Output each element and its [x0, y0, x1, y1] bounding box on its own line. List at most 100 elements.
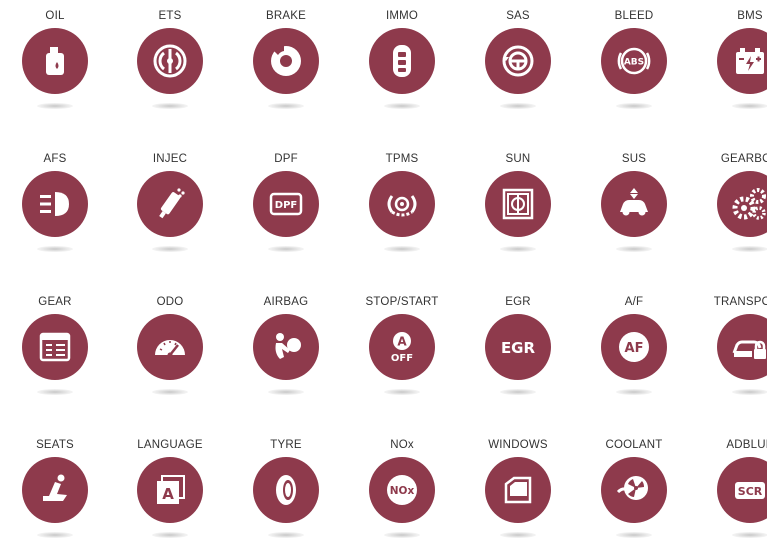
button-shadow	[732, 532, 767, 538]
button-shadow	[152, 246, 188, 252]
function-button[interactable]: SCR	[717, 457, 767, 523]
injector-icon	[150, 184, 190, 224]
function-tile-transport[interactable]: TRANSPORT	[692, 286, 767, 416]
function-button[interactable]	[253, 457, 319, 523]
scr-icon: SCR	[730, 470, 767, 510]
window-icon	[498, 470, 538, 510]
function-button[interactable]	[137, 28, 203, 94]
tire-pressure-icon	[382, 184, 422, 224]
function-label: STOP/START	[365, 296, 439, 308]
function-label: SUN	[505, 153, 531, 165]
button-shadow	[268, 246, 304, 252]
gear-learn-icon	[35, 327, 75, 367]
svg-text:SCR: SCR	[738, 485, 763, 498]
function-button[interactable]	[485, 28, 551, 94]
function-tile-airbag[interactable]: AIRBAG	[228, 286, 344, 416]
function-label: SAS	[506, 10, 530, 22]
function-tile-dpf[interactable]: DPF DPF	[228, 143, 344, 273]
function-button[interactable]	[717, 314, 767, 380]
function-button[interactable]: ABS	[601, 28, 667, 94]
function-button[interactable]	[601, 171, 667, 237]
button-shadow	[268, 532, 304, 538]
function-tile-adblue[interactable]: ADBLUE SCR	[692, 429, 767, 559]
function-button[interactable]	[369, 171, 435, 237]
function-label: TRANSPORT	[713, 296, 767, 308]
function-label: BRAKE	[266, 10, 306, 22]
function-tile-a-f[interactable]: A/F AF	[576, 286, 692, 416]
function-button[interactable]	[601, 457, 667, 523]
function-label: GEAR	[38, 296, 72, 308]
button-shadow	[732, 103, 767, 109]
function-tile-injec[interactable]: INJEC	[112, 143, 228, 273]
function-label: A/F	[624, 296, 644, 308]
button-shadow	[732, 246, 767, 252]
button-shadow	[500, 532, 536, 538]
function-tile-odo[interactable]: ODO	[112, 286, 228, 416]
function-button[interactable]	[485, 171, 551, 237]
function-tile-oil[interactable]: OIL	[0, 0, 113, 130]
function-tile-bms[interactable]: BMS	[692, 0, 767, 130]
function-button[interactable]: DPF	[253, 171, 319, 237]
function-tile-sus[interactable]: SUS	[576, 143, 692, 273]
svg-text:EGR: EGR	[501, 339, 536, 357]
function-tile-bleed[interactable]: BLEED ABS	[576, 0, 692, 130]
function-label: BLEED	[614, 10, 654, 22]
function-tile-tyre[interactable]: TYRE	[228, 429, 344, 559]
function-button[interactable]: AF	[601, 314, 667, 380]
function-tile-coolant[interactable]: COOLANT	[576, 429, 692, 559]
function-tile-stop-start[interactable]: STOP/START A OFF	[344, 286, 460, 416]
function-button[interactable]: NOx	[369, 457, 435, 523]
function-button[interactable]	[137, 314, 203, 380]
function-button[interactable]	[22, 314, 88, 380]
function-tile-seats[interactable]: SEATS	[0, 429, 113, 559]
function-tile-language[interactable]: LANGUAGE A	[112, 429, 228, 559]
function-label: NOx	[390, 439, 414, 451]
function-tile-windows[interactable]: WINDOWS	[460, 429, 576, 559]
button-shadow	[500, 389, 536, 395]
function-button[interactable]	[485, 457, 551, 523]
nox-icon: NOx	[382, 470, 422, 510]
function-button[interactable]	[253, 28, 319, 94]
function-grid: OIL ETS BRAKE IMMO SAS BLEED ABS BMS AFS INJEC DPF…	[0, 0, 767, 538]
button-shadow	[152, 103, 188, 109]
function-button[interactable]	[253, 314, 319, 380]
function-label: SEATS	[36, 439, 74, 451]
function-label: ETS	[158, 10, 182, 22]
button-shadow	[616, 103, 652, 109]
svg-text:OFF: OFF	[391, 353, 413, 364]
odometer-icon	[150, 327, 190, 367]
dpf-icon: DPF	[266, 184, 306, 224]
function-button[interactable]: A	[137, 457, 203, 523]
function-label: INJEC	[152, 153, 188, 165]
function-label: AFS	[43, 153, 67, 165]
function-tile-gearbox[interactable]: GEARBOX	[692, 143, 767, 273]
brake-disc-icon	[266, 41, 306, 81]
throttle-icon	[150, 41, 190, 81]
function-tile-ets[interactable]: ETS	[112, 0, 228, 130]
function-tile-afs[interactable]: AFS	[0, 143, 113, 273]
function-button[interactable]	[717, 171, 767, 237]
function-button[interactable]	[137, 171, 203, 237]
function-button[interactable]: A OFF	[369, 314, 435, 380]
button-shadow	[500, 246, 536, 252]
function-tile-sun[interactable]: SUN	[460, 143, 576, 273]
function-tile-gear[interactable]: GEAR	[0, 286, 113, 416]
function-label: ADBLUE	[726, 439, 767, 451]
function-button[interactable]	[717, 28, 767, 94]
function-tile-sas[interactable]: SAS	[460, 0, 576, 130]
function-label: ODO	[156, 296, 184, 308]
function-button[interactable]	[22, 28, 88, 94]
function-button[interactable]	[22, 171, 88, 237]
function-tile-immo[interactable]: IMMO	[344, 0, 460, 130]
button-shadow	[37, 246, 73, 252]
function-button[interactable]: EGR	[485, 314, 551, 380]
suspension-icon	[614, 184, 654, 224]
function-tile-nox[interactable]: NOx NOx	[344, 429, 460, 559]
function-button[interactable]	[369, 28, 435, 94]
function-tile-brake[interactable]: BRAKE	[228, 0, 344, 130]
button-shadow	[37, 532, 73, 538]
function-button[interactable]	[22, 457, 88, 523]
function-tile-tpms[interactable]: TPMS	[344, 143, 460, 273]
svg-text:ABS: ABS	[624, 58, 644, 68]
function-tile-egr[interactable]: EGR EGR	[460, 286, 576, 416]
